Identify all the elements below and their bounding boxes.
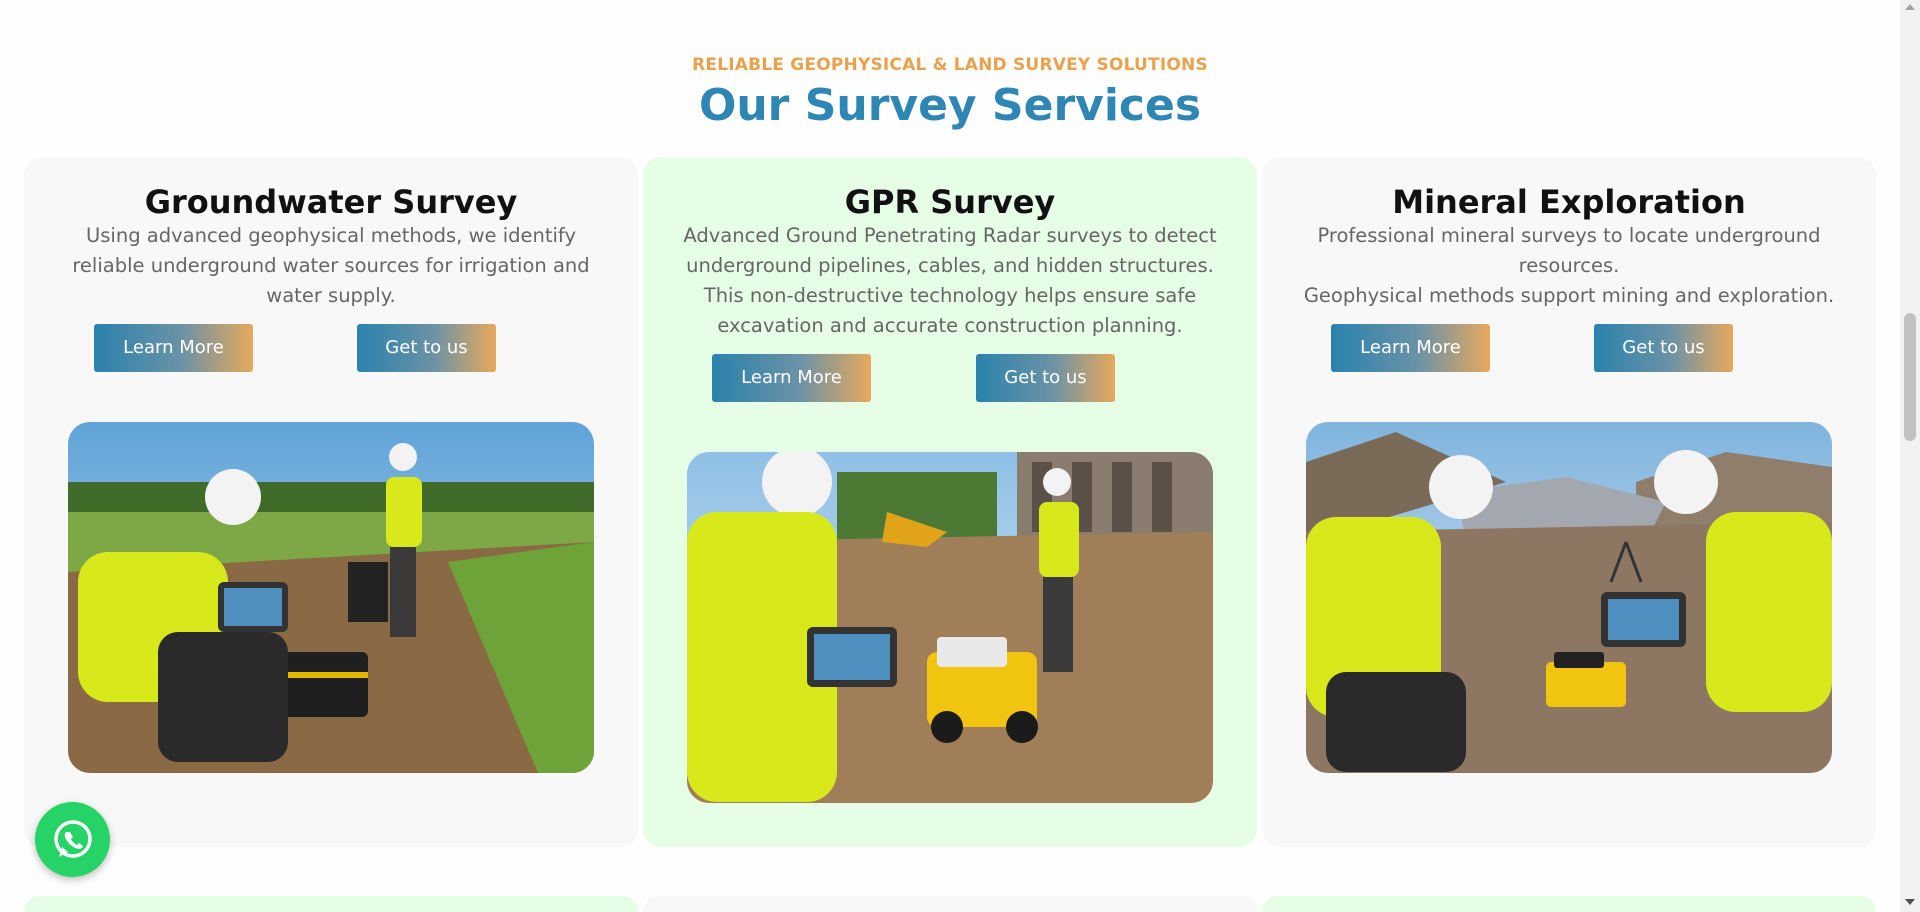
get-to-us-button[interactable]: Get to us: [357, 324, 496, 372]
scroll-up-arrow-icon[interactable]: [1905, 4, 1915, 10]
card-description-line: Professional mineral surveys to locate u…: [1317, 224, 1821, 247]
groundwater-survey-photo: [68, 422, 594, 773]
card-title: GPR Survey: [844, 183, 1056, 221]
card-description-line: water supply.: [266, 284, 396, 307]
next-service-card: [1262, 896, 1876, 912]
gpr-survey-photo: [687, 452, 1213, 803]
next-service-card: [643, 896, 1257, 912]
scroll-down-arrow-icon[interactable]: [1905, 899, 1915, 905]
card-description: Advanced Ground Penetrating Radar survey…: [683, 221, 1217, 341]
card-description-line: reliable underground water sources for i…: [72, 254, 590, 277]
card-description-line: Using advanced geophysical methods, we i…: [86, 224, 576, 247]
card-title: Groundwater Survey: [144, 183, 518, 221]
service-card-mineral: Mineral Exploration Professional mineral…: [1262, 157, 1876, 847]
card-description-line: underground pipelines, cables, and hidde…: [686, 254, 1214, 277]
card-description-line: Advanced Ground Penetrating Radar survey…: [683, 224, 1217, 247]
whatsapp-icon: [53, 819, 92, 858]
mineral-exploration-photo: [1306, 422, 1832, 773]
service-card-groundwater: Groundwater Survey Using advanced geophy…: [24, 157, 638, 847]
card-description-line: resources.: [1518, 254, 1620, 277]
learn-more-button[interactable]: Learn More: [712, 354, 871, 402]
service-card-gpr: GPR Survey Advanced Ground Penetrating R…: [643, 157, 1257, 847]
card-description-line: This non-destructive technology helps en…: [703, 284, 1197, 307]
card-description-line: Geophysical methods support mining and e…: [1303, 284, 1835, 307]
get-to-us-button[interactable]: Get to us: [976, 354, 1115, 402]
learn-more-button[interactable]: Learn More: [94, 324, 253, 372]
card-description-line: excavation and accurate construction pla…: [717, 314, 1183, 337]
whatsapp-chat-button[interactable]: [35, 802, 110, 877]
card-description: Using advanced geophysical methods, we i…: [64, 221, 598, 311]
page-scrollbar[interactable]: [1900, 0, 1920, 912]
section-title: Our Survey Services: [698, 80, 1202, 131]
card-title: Mineral Exploration: [1392, 183, 1746, 221]
card-description: Professional mineral surveys to locate u…: [1302, 221, 1836, 311]
scrollbar-thumb[interactable]: [1904, 313, 1916, 441]
section-eyebrow: RELIABLE GEOPHYSICAL & LAND SURVEY SOLUT…: [692, 55, 1208, 75]
services-page: RELIABLE GEOPHYSICAL & LAND SURVEY SOLUT…: [0, 0, 1900, 912]
get-to-us-button[interactable]: Get to us: [1594, 324, 1733, 372]
learn-more-button[interactable]: Learn More: [1331, 324, 1490, 372]
next-service-card: [24, 896, 638, 912]
